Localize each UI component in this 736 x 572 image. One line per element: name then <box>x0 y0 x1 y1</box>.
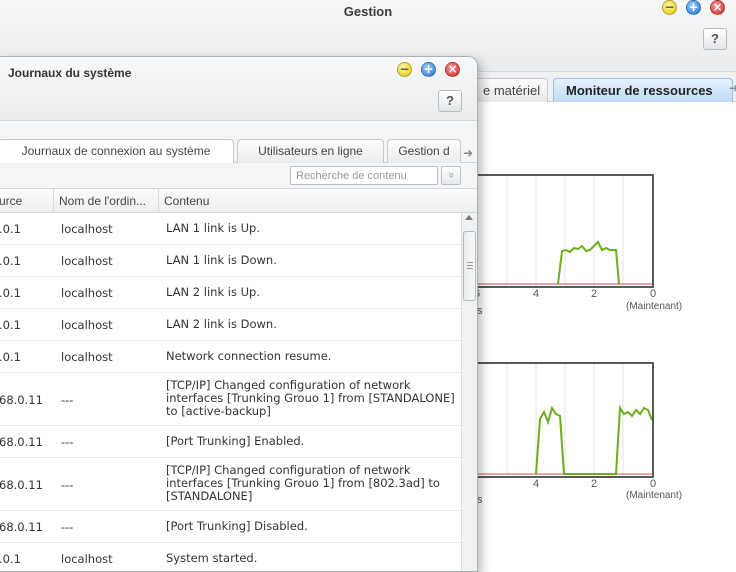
log-hostname-cell: localhost <box>61 222 113 236</box>
search-input[interactable] <box>290 166 438 185</box>
log-content-cell: Network connection resume. <box>166 349 332 363</box>
log-content-cell: [Port Trunking] Enabled. <box>166 434 305 448</box>
log-grid-header: urce Nom de l'ordin... Contenu <box>0 189 477 213</box>
log-source-cell: .0.1 <box>0 254 21 268</box>
minimize-icon[interactable]: − <box>662 0 677 15</box>
chart-tick: 2 <box>590 288 598 300</box>
log-grid-body: .0.1 localhost LAN 1 link is Up. .0.1 localh… <box>0 213 461 571</box>
tab-label: e matériel <box>483 83 541 98</box>
log-hostname-cell: --- <box>61 392 74 407</box>
log-hostname-cell: --- <box>61 435 74 449</box>
log-row[interactable]: 68.0.11 --- [Port Trunking] Disabled. <box>0 511 461 543</box>
tab-journaux-connexion[interactable]: Journaux de connexion au système <box>0 139 234 163</box>
maximize-icon[interactable]: + <box>421 62 436 77</box>
log-content-cell: LAN 1 link is Down. <box>166 253 277 267</box>
journal-titlebar: Journaux du système − + × ? <box>0 57 477 121</box>
journal-window: Journaux du système − + × ? Journaux de … <box>0 56 478 572</box>
log-row[interactable]: .0.1 localhost Network connection resume. <box>0 341 461 373</box>
grip-line <box>467 262 473 263</box>
tab-moniteur-ressources[interactable]: Moniteur de ressources <box>553 78 733 102</box>
log-content-cell: LAN 2 link is Up. <box>166 285 260 299</box>
chart-tick: 4 <box>532 478 540 490</box>
close-icon[interactable]: × <box>445 62 460 77</box>
close-icon[interactable]: × <box>710 0 725 15</box>
log-hostname-cell: localhost <box>61 286 113 300</box>
log-hostname-cell: localhost <box>61 254 113 268</box>
journal-help-button[interactable]: ? <box>438 90 462 112</box>
journal-toolbar: » <box>0 163 477 189</box>
maximize-icon[interactable]: + <box>686 0 701 15</box>
tab-label: Journaux de connexion au système <box>21 144 211 158</box>
log-content-cell: System started. <box>166 551 258 565</box>
log-source-cell: .0.1 <box>0 286 21 300</box>
chart-tick: 0 <box>649 288 657 300</box>
log-row[interactable]: .0.1 localhost LAN 1 link is Down. <box>0 245 461 277</box>
log-row[interactable]: 68.0.11 --- [Port Trunking] Enabled. <box>0 426 461 458</box>
chart-tick: 2 <box>590 478 598 490</box>
advanced-search-button[interactable]: » <box>441 166 461 185</box>
tab-gestion[interactable]: Gestion d <box>387 139 461 163</box>
log-source-cell: 68.0.11 <box>0 520 43 534</box>
network-chart-top-plot <box>478 176 652 286</box>
scroll-up-icon[interactable] <box>465 215 473 220</box>
double-chevron-down-icon: » <box>445 171 457 179</box>
traffic-line <box>557 240 620 285</box>
column-header-hostname[interactable]: Nom de l'ordin... <box>54 189 159 213</box>
log-hostname-cell: --- <box>61 477 74 492</box>
log-source-cell: 68.0.11 <box>0 392 43 407</box>
log-content-cell: [Port Trunking] Disabled. <box>166 519 308 533</box>
log-content-cell: LAN 2 link is Down. <box>166 317 277 331</box>
log-source-cell: .0.1 <box>0 552 21 566</box>
network-chart-bottom-plot <box>478 364 653 476</box>
journal-tab-bar: Journaux de connexion au système Utilisa… <box>0 121 477 163</box>
scroll-thumb[interactable] <box>463 231 476 301</box>
log-grid-scrollbar[interactable] <box>461 213 477 571</box>
tab-materiel[interactable]: e matériel <box>470 78 548 102</box>
log-row[interactable]: 68.0.11 --- [TCP/IP] Changed configuration… <box>0 458 461 511</box>
column-header-content[interactable]: Contenu <box>159 189 477 213</box>
chart-now-label: (Maintenant) <box>626 490 683 501</box>
log-hostname-cell: localhost <box>61 350 113 364</box>
log-content-cell: LAN 1 link is Up. <box>166 221 260 235</box>
log-content-cell: [TCP/IP] Changed configuration of networ… <box>166 378 455 418</box>
log-row[interactable]: 68.0.11 --- [TCP/IP] Changed configuration… <box>0 373 461 426</box>
grip-line <box>467 268 473 269</box>
log-row[interactable]: .0.1 localhost LAN 1 link is Up. <box>0 213 461 245</box>
gestion-help-button[interactable]: ? <box>703 28 727 50</box>
log-hostname-cell: --- <box>61 520 74 534</box>
log-source-cell: 68.0.11 <box>0 435 43 449</box>
log-source-cell: 68.0.11 <box>0 477 43 492</box>
tab-scroll-right-icon[interactable]: ➜ <box>729 81 736 95</box>
column-header-source[interactable]: urce <box>0 189 54 213</box>
tab-scroll-right-icon[interactable]: ➜ <box>463 146 473 160</box>
log-hostname-cell: localhost <box>61 318 113 332</box>
log-hostname-cell: localhost <box>61 552 113 566</box>
chart-tick: 0 <box>649 478 657 490</box>
tab-label: Moniteur de ressources <box>566 83 713 98</box>
grip-line <box>467 265 473 266</box>
minimize-icon[interactable]: − <box>397 62 412 77</box>
log-row[interactable]: .0.1 localhost LAN 2 link is Up. <box>0 277 461 309</box>
log-source-cell: .0.1 <box>0 318 21 332</box>
network-chart-bottom <box>478 362 654 478</box>
journal-title: Journaux du système <box>8 66 132 80</box>
tab-utilisateurs-en-ligne[interactable]: Utilisateurs en ligne <box>237 139 384 163</box>
log-row[interactable]: .0.1 localhost System started. <box>0 543 461 571</box>
log-row[interactable]: .0.1 localhost LAN 2 link is Down. <box>0 309 461 341</box>
gestion-title: Gestion <box>343 4 393 19</box>
tab-label: Utilisateurs en ligne <box>258 144 363 158</box>
chart-tick: 4 <box>532 288 540 300</box>
tab-label: Gestion d <box>398 144 450 158</box>
log-source-cell: .0.1 <box>0 222 21 236</box>
log-source-cell: .0.1 <box>0 350 21 364</box>
log-content-cell: [TCP/IP] Changed configuration of networ… <box>166 463 440 503</box>
network-chart-top <box>478 174 654 288</box>
chart-now-label: (Maintenant) <box>626 301 683 312</box>
